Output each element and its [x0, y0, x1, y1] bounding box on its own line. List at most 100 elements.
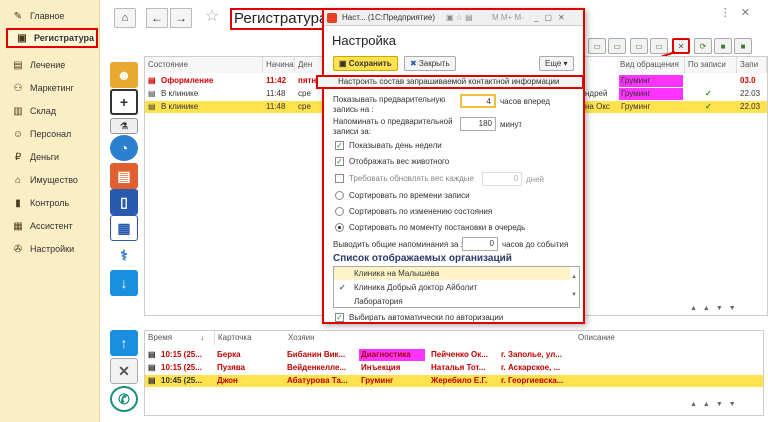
row-icon: ▤	[148, 102, 156, 111]
clients-action[interactable]: ☻	[110, 62, 138, 88]
row-icon: ▤	[148, 76, 156, 85]
contact-info-link[interactable]: Настроить состав запрашиваемой контактно…	[316, 75, 584, 89]
col-header-by-record[interactable]: По записи	[685, 57, 737, 73]
close-icon: ✕	[118, 362, 130, 379]
col-header-card[interactable]: Карточка	[215, 331, 285, 345]
col-header-kind[interactable]: Вид обращения	[617, 57, 685, 73]
col-header-record[interactable]: Запи	[737, 57, 767, 73]
sidebar-item-warehouse[interactable]: ▥ Склад	[4, 101, 96, 121]
dialog-heading: Настройка	[332, 33, 396, 48]
home-icon: ⌂	[121, 12, 129, 24]
move-down-action[interactable]: ↓	[110, 270, 138, 296]
arrow-up-icon: ↑	[120, 335, 128, 351]
window-controls[interactable]: ⋮✕	[720, 6, 760, 19]
forward-button[interactable]: →	[170, 8, 192, 28]
archive-action[interactable]: ▤	[110, 163, 138, 189]
refresh-icon: ⟳	[699, 41, 707, 51]
remove-action[interactable]: ✕	[110, 358, 138, 384]
door-action[interactable]: ▯	[110, 189, 138, 215]
arrow-down-icon: ↓	[120, 275, 128, 291]
more-button[interactable]: Еще ▾	[539, 56, 574, 71]
sidebar-item-property[interactable]: ⌂ Имущество	[4, 170, 96, 190]
favorite-star-icon[interactable]: ☆	[205, 6, 219, 26]
sort-by-record-time-radio[interactable]	[335, 191, 344, 200]
filter-button[interactable]: ■	[734, 38, 752, 54]
clipboard-icon: ▣	[17, 32, 27, 44]
lock-button[interactable]: ■	[714, 38, 732, 54]
titlebar-tool-icons[interactable]: ▣ ☆ ▤	[446, 10, 473, 26]
arrow-left-icon: ←	[151, 11, 163, 25]
sidebar-item-registry[interactable]: ▣ Регистратура	[6, 28, 98, 48]
move-up-action[interactable]: ↑	[110, 330, 138, 356]
table-row[interactable]: ▤ 10:15 (25... Берка Бибанин Вик... Диаг…	[145, 349, 763, 361]
list-item[interactable]: ✓ Клиника Добрый доктор Айболит	[334, 281, 570, 294]
list-item[interactable]: Клиника на Малышева	[334, 267, 570, 280]
home-button[interactable]: ⌂	[114, 8, 136, 28]
sidebar-item-treatment[interactable]: ▤ Лечение	[4, 55, 96, 75]
col-header-day[interactable]: Ден	[295, 57, 325, 73]
sidebar-item-staff[interactable]: ☺ Персонал	[4, 124, 96, 144]
dialog-window-controls[interactable]: _▢✕	[534, 10, 571, 26]
arrow-right-icon: →	[175, 11, 187, 25]
dialog-titlebar: Наст... (1С:Предприятие) ▣ ☆ ▤ M M+ M- _…	[324, 10, 583, 26]
remind-input[interactable]: 180	[460, 117, 496, 131]
col-header-state[interactable]: Состояние	[145, 57, 263, 73]
require-weight-checkbox[interactable]	[335, 174, 344, 183]
stethoscope-action[interactable]: ⚕	[110, 242, 138, 268]
list-item[interactable]: Лаборатория	[334, 295, 570, 308]
money-icon: ₽	[14, 151, 22, 163]
list-scrollbar[interactable]: ▲ ▼	[571, 268, 578, 304]
app-logo-icon	[327, 13, 337, 23]
property-icon: ⌂	[14, 174, 22, 186]
sort-by-state-change-radio[interactable]	[335, 207, 344, 216]
queue-table: Время ↓ Карточка Хозяин Описание ▤ 10:15 …	[144, 330, 764, 416]
call-action[interactable]: ✆	[110, 386, 138, 412]
refresh-button[interactable]: ⟳	[694, 38, 712, 54]
close-icon[interactable]: ✕	[741, 7, 760, 19]
settings-dialog: Наст... (1С:Предприятие) ▣ ☆ ▤ M M+ M- _…	[316, 8, 585, 324]
treatment-icon: ▤	[13, 59, 23, 71]
more-icon[interactable]: ⋮	[720, 7, 741, 19]
table-row[interactable]: ▤ 10:15 (25... Пузява Вейденкелле... Инъ…	[145, 362, 763, 374]
sidebar-item-money[interactable]: ₽ Деньги	[4, 147, 96, 167]
sort-by-queue-time-radio[interactable]	[335, 223, 344, 232]
barrel-icon: ▤	[117, 167, 131, 184]
lab-action[interactable]: ⚗	[110, 118, 138, 134]
row-icon: ▤	[148, 350, 156, 359]
close-button[interactable]: ✖ Закрыть	[404, 56, 456, 71]
show-weekday-checkbox[interactable]: ✓	[335, 141, 344, 150]
show-before-input[interactable]: 4	[460, 94, 496, 108]
col-header-owner[interactable]: Хозяин	[285, 331, 365, 345]
sidebar-item-settings[interactable]: ✇ Настройки	[4, 239, 96, 259]
back-button[interactable]: ←	[146, 8, 168, 28]
reminders-input[interactable]: 0	[462, 237, 498, 251]
table-row-selected[interactable]: ▤ 10:45 (25... Джон Абатурова Та... Грум…	[145, 375, 763, 387]
weight-days-input[interactable]: 0	[482, 172, 522, 186]
speed-action[interactable]: ◔	[110, 135, 138, 161]
people-icon: ☻	[116, 67, 132, 83]
gauge-icon: ◔	[119, 140, 129, 156]
sidebar-item-main[interactable]: ✎ Главное	[4, 6, 96, 26]
col-header-description[interactable]: Описание	[575, 331, 655, 345]
sidebar-item-assistant[interactable]: ▦ Ассистент	[4, 216, 96, 236]
col-header-time[interactable]: Время ↓	[145, 331, 215, 345]
calendar-action[interactable]: ▦	[110, 215, 138, 241]
col-header-start[interactable]: Начиная с	[263, 57, 295, 73]
close-icon: ✖	[410, 59, 419, 68]
show-weight-checkbox[interactable]: ✓	[335, 157, 344, 166]
pencil-icon: ✎	[13, 10, 23, 22]
remind-label: Напоминать о предварительной записи за:	[333, 117, 453, 136]
sidebar-item-marketing[interactable]: ⚇ Маркетинг	[4, 78, 96, 98]
add-appointment-action[interactable]: +	[110, 89, 138, 115]
save-button[interactable]: ▣ Сохранить	[333, 56, 398, 71]
sidebar: ✎ Главное ▣ Регистратура ▤ Лечение ⚇ Маркети…	[0, 0, 100, 422]
staff-icon: ☺	[12, 128, 24, 140]
add-icon: +	[119, 94, 129, 110]
queue-scroll-buttons[interactable]: ▲▲▼▼	[690, 401, 742, 408]
marketing-icon: ⚇	[13, 82, 23, 94]
control-icon: ▮	[15, 197, 21, 209]
row-icon: ▤	[148, 376, 156, 385]
auto-select-checkbox[interactable]: ✓	[335, 313, 344, 322]
table-scroll-buttons[interactable]: ▲▲▼▼	[690, 305, 742, 312]
sidebar-item-control[interactable]: ▮ Контроль	[4, 193, 96, 213]
